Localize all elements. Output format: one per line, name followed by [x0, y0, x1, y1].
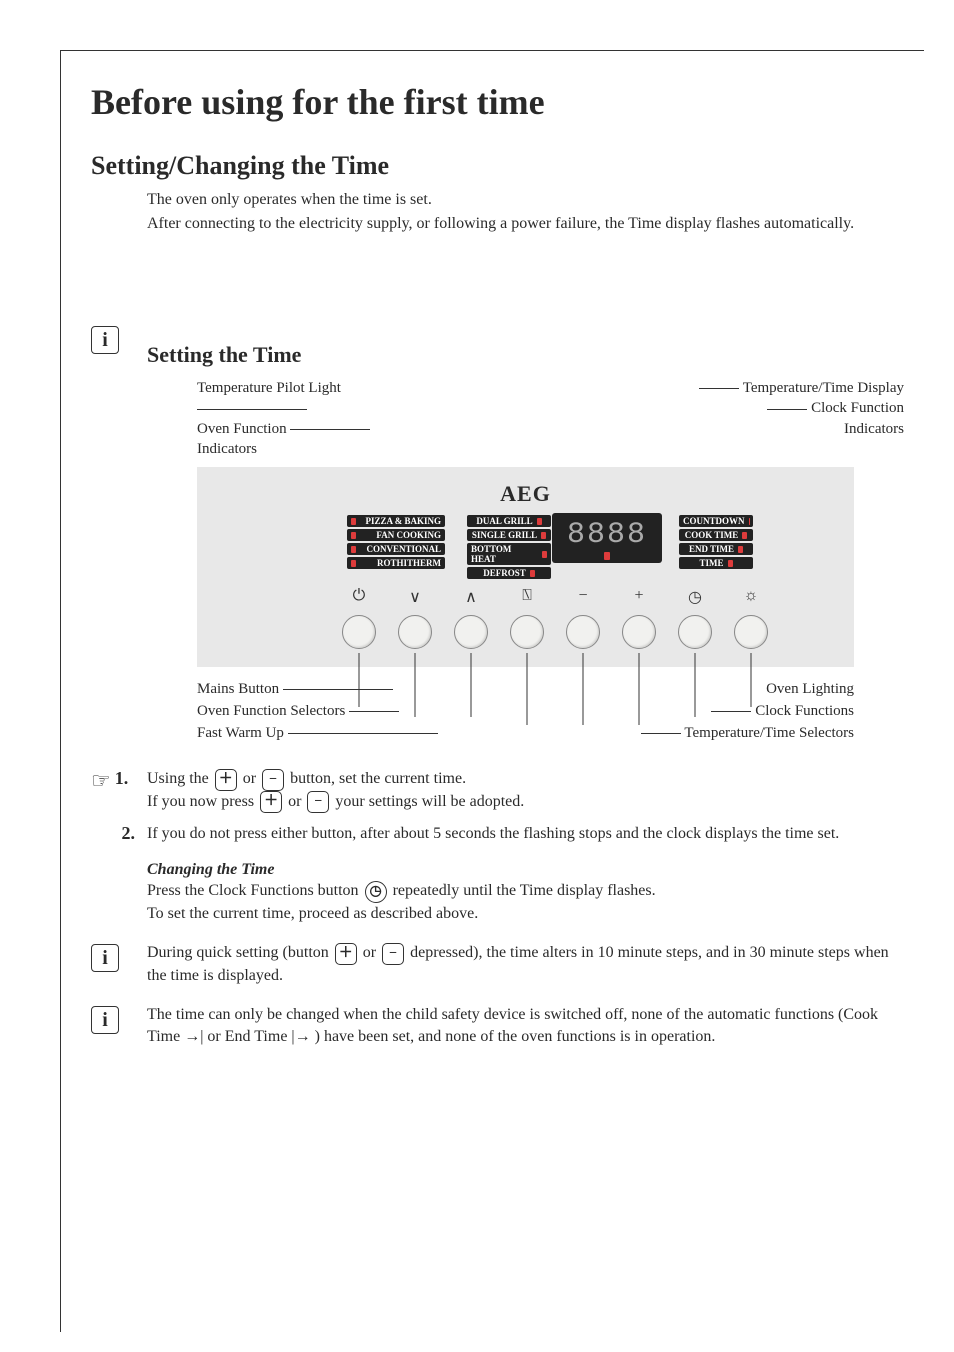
callout-oven-selectors: Oven Function Selectors — [197, 701, 497, 723]
note-2: The time can only be changed when the ch… — [147, 1004, 904, 1047]
plus-button-icon: ＋ — [215, 769, 237, 791]
oven-func-up-button[interactable] — [454, 615, 488, 649]
clock-functions-button[interactable] — [678, 615, 712, 649]
callout-mains: Mains Button — [197, 679, 497, 701]
callout-clockfuncs: Clock Functions — [594, 701, 854, 723]
minus-button-icon: − — [262, 769, 284, 791]
plus-button-icon: ＋ — [335, 943, 357, 965]
step-1: Using the ＋ or − button, set the current… — [147, 768, 904, 813]
down-icon: ∨ — [398, 587, 432, 607]
callout-indicators-r: Indicators — [674, 419, 904, 439]
step-number-2: 2. — [122, 823, 136, 844]
brand-logo: AEG — [500, 481, 551, 507]
intro-1: The oven only operates when the time is … — [147, 189, 904, 211]
power-icon: ⏻ — [342, 587, 376, 607]
oven-function-indicators-col1: PIZZA & BAKING FAN COOKING CONVENTIONAL … — [347, 515, 445, 571]
callout-temptime-sel: Temperature/Time Selectors — [594, 723, 854, 745]
minus-button-icon: − — [382, 943, 404, 965]
temp-time-minus-button[interactable] — [566, 615, 600, 649]
oven-lighting-button[interactable] — [734, 615, 768, 649]
callout-indicators-l: Indicators — [197, 439, 447, 459]
button-symbols-row: ⏻ ∨ ∧ ⍂ − + ◷ ☼ — [342, 587, 768, 607]
time-display: 8888 — [552, 513, 662, 563]
mains-button[interactable] — [342, 615, 376, 649]
page-title: Before using for the first time — [91, 81, 904, 123]
light-icon: ☼ — [734, 587, 768, 607]
info-icon: i — [91, 944, 119, 972]
oven-function-indicators-col2: DUAL GRILL SINGLE GRILL BOTTOM HEAT DEFR… — [467, 515, 551, 581]
temp-time-plus-button[interactable] — [622, 615, 656, 649]
section-title: Setting/Changing the Time — [91, 151, 904, 181]
callout-temp-pilot: Temperature Pilot Light — [197, 378, 447, 419]
clock-function-indicators: COUNTDOWN COOK TIME END TIME TIME — [679, 515, 753, 571]
control-panel-diagram: Temperature Pilot Light Oven Function In… — [147, 378, 904, 744]
oven-func-down-button[interactable] — [398, 615, 432, 649]
changing-time-heading: Changing the Time — [147, 861, 274, 878]
plus-icon: + — [622, 587, 656, 607]
callout-clock-func: Clock Function — [674, 398, 904, 418]
clock-icon: ◷ — [678, 587, 712, 607]
subsection-title: Setting the Time — [147, 342, 904, 368]
up-icon: ∧ — [454, 587, 488, 607]
step-2: If you do not press either button, after… — [147, 823, 904, 924]
callout-temp-time-display: Temperature/Time Display — [674, 378, 904, 398]
plus-button-icon: ＋ — [260, 791, 282, 813]
info-icon: i — [91, 1006, 119, 1034]
callout-fastwarm: Fast Warm Up — [197, 723, 497, 745]
fastwarm-icon: ⍂ — [510, 587, 544, 607]
minus-icon: − — [566, 587, 600, 607]
hand-icon: ☞ — [91, 770, 111, 792]
intro-2: After connecting to the electricity supp… — [147, 213, 904, 235]
callout-oven-func: Oven Function — [197, 419, 447, 439]
fast-warm-up-button[interactable] — [510, 615, 544, 649]
note-1: During quick setting (button ＋ or − depr… — [147, 942, 904, 986]
control-panel: AEG PIZZA & BAKING FAN COOKING CONVENTIO… — [197, 467, 854, 667]
callout-ovenlight: Oven Lighting — [594, 679, 854, 701]
minus-button-icon: − — [307, 791, 329, 813]
step-number-1: 1. — [115, 768, 129, 789]
clock-button-icon: ◷ — [365, 881, 387, 903]
info-icon: i — [91, 326, 119, 354]
